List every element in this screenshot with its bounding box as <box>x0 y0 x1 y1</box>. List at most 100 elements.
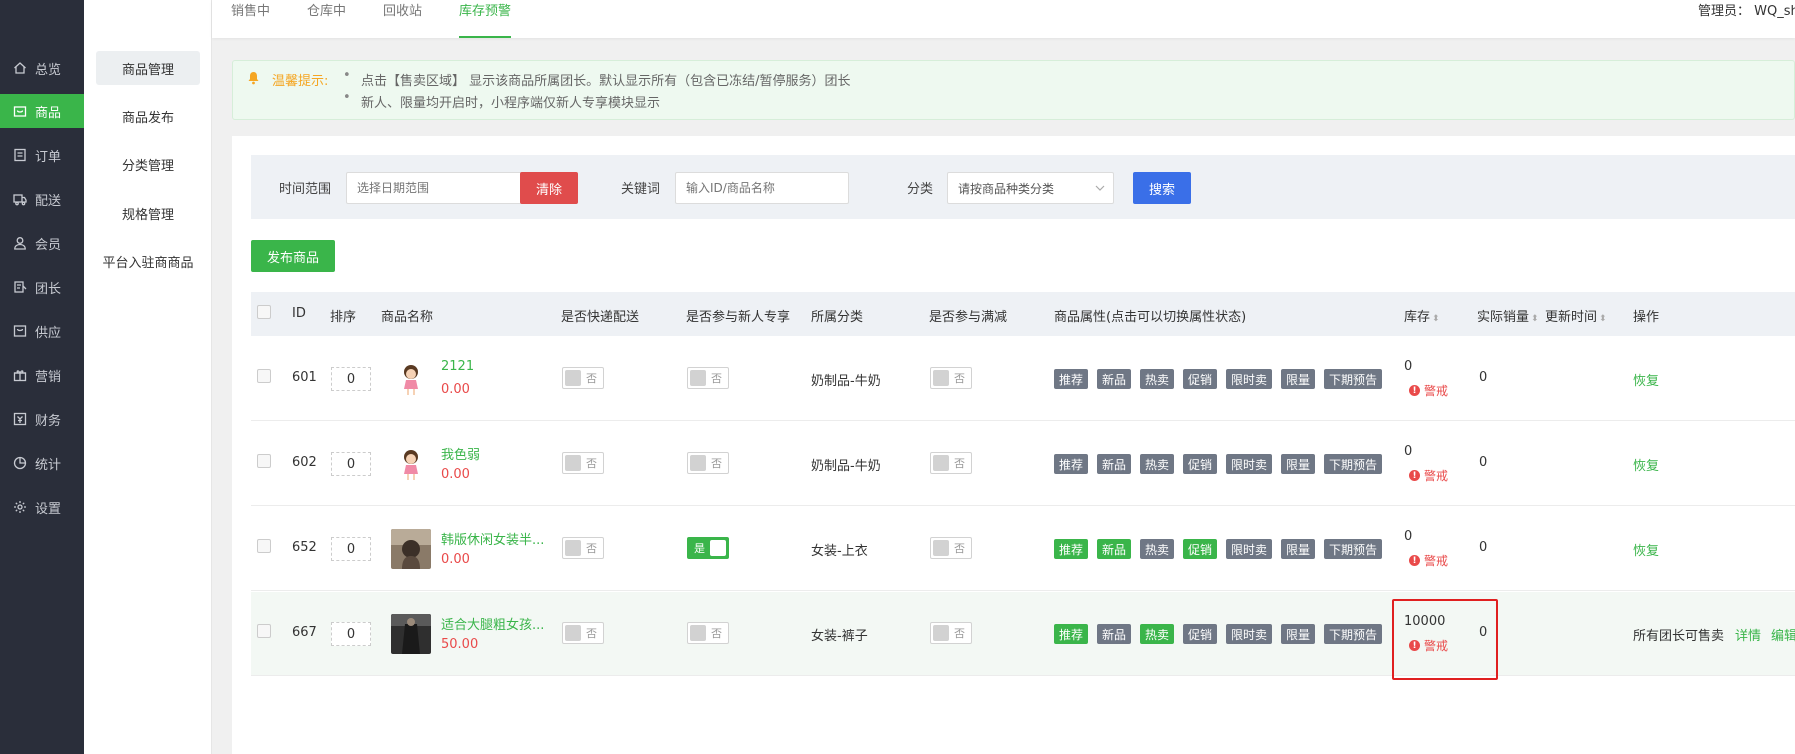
sales-value: 0 <box>1479 540 1488 555</box>
express-toggle[interactable]: 否 <box>562 622 604 644</box>
newcomer-toggle[interactable]: 否 <box>687 452 729 474</box>
fullcut-toggle[interactable]: 否 <box>930 452 972 474</box>
attr-limited-tag[interactable]: 限量 <box>1281 624 1316 644</box>
clear-button[interactable]: 清除 <box>520 172 578 204</box>
attr-recommend-tag[interactable]: 推荐 <box>1054 454 1089 474</box>
attr-flash-sale-tag[interactable]: 限时卖 <box>1226 624 1273 644</box>
attr-flash-sale-tag[interactable]: 限时卖 <box>1226 539 1273 559</box>
col-id: ID <box>292 306 306 321</box>
nav-item-leaders[interactable]: 团长 <box>0 270 84 304</box>
row-checkbox[interactable] <box>257 624 271 638</box>
attr-promo-tag[interactable]: 促销 <box>1183 454 1218 474</box>
table-row: 652 0 韩版休闲女装半... 0.00 否 是 女装-上衣 否 推荐 新品 … <box>251 507 1795 591</box>
attr-limited-tag[interactable]: 限量 <box>1281 454 1316 474</box>
attr-promo-tag[interactable]: 促销 <box>1183 624 1218 644</box>
attr-recommend-tag[interactable]: 推荐 <box>1054 369 1089 389</box>
nav-item-label: 总览 <box>35 62 62 78</box>
nav-item-members[interactable]: 会员 <box>0 226 84 260</box>
attr-next-preview-tag[interactable]: 下期预告 <box>1324 454 1383 474</box>
subnav-item-spec-manage[interactable]: 规格管理 <box>96 196 200 230</box>
restore-link[interactable]: 恢复 <box>1633 540 1659 559</box>
sort-input[interactable]: 0 <box>331 367 371 391</box>
attr-promo-tag[interactable]: 促销 <box>1183 539 1218 559</box>
attr-new-tag[interactable]: 新品 <box>1097 539 1132 559</box>
attr-flash-sale-tag[interactable]: 限时卖 <box>1226 454 1273 474</box>
nav-item-marketing[interactable]: 营销 <box>0 358 84 392</box>
fullcut-toggle[interactable]: 否 <box>930 622 972 644</box>
attr-new-tag[interactable]: 新品 <box>1097 624 1132 644</box>
fullcut-toggle[interactable]: 否 <box>930 367 972 389</box>
nav-item-supply[interactable]: 供应 <box>0 314 84 348</box>
fullcut-toggle[interactable]: 否 <box>930 537 972 559</box>
details-link[interactable]: 详情 <box>1735 625 1761 644</box>
category-select[interactable]: 请按商品种类分类 <box>947 172 1114 204</box>
attr-recommend-tag[interactable]: 推荐 <box>1054 539 1089 559</box>
product-price: 0.00 <box>441 382 470 397</box>
newcomer-toggle[interactable]: 是 <box>687 537 729 559</box>
nav-item-stats[interactable]: 统计 <box>0 446 84 480</box>
attr-new-tag[interactable]: 新品 <box>1097 369 1132 389</box>
keyword-input[interactable] <box>675 172 849 204</box>
product-name-link[interactable]: 2121 <box>441 359 474 374</box>
nav-item-overview[interactable]: 总览 <box>0 51 84 85</box>
tab-stock-warning[interactable]: 库存预警 <box>459 0 512 38</box>
attr-recommend-tag[interactable]: 推荐 <box>1054 624 1089 644</box>
warning-label: 警戒 <box>1424 384 1449 398</box>
subnav-item-goods-manage[interactable]: 商品管理 <box>96 51 200 85</box>
sort-input[interactable]: 0 <box>331 537 371 561</box>
sort-input[interactable]: 0 <box>331 622 371 646</box>
nav-item-settings[interactable]: 设置 <box>0 490 84 524</box>
tab-warehouse[interactable]: 仓库中 <box>307 0 346 38</box>
newcomer-toggle[interactable]: 否 <box>687 367 729 389</box>
nav-item-finance[interactable]: 财务 <box>0 402 84 436</box>
express-toggle[interactable]: 否 <box>562 452 604 474</box>
newcomer-toggle[interactable]: 否 <box>687 622 729 644</box>
home-icon <box>13 61 27 75</box>
attr-hot-tag[interactable]: 热卖 <box>1140 624 1175 644</box>
nav-item-delivery[interactable]: 配送 <box>0 182 84 216</box>
attr-hot-tag[interactable]: 热卖 <box>1140 454 1175 474</box>
attr-flash-sale-tag[interactable]: 限时卖 <box>1226 369 1273 389</box>
row-checkbox[interactable] <box>257 539 271 553</box>
product-name-link[interactable]: 韩版休闲女装半... <box>441 529 544 548</box>
publish-goods-button[interactable]: 发布商品 <box>251 240 335 272</box>
product-name-link[interactable]: 适合大腿粗女孩... <box>441 614 544 633</box>
attr-next-preview-tag[interactable]: 下期预告 <box>1324 624 1383 644</box>
subnav-item-category-manage[interactable]: 分类管理 <box>96 147 200 181</box>
attr-next-preview-tag[interactable]: 下期预告 <box>1324 369 1383 389</box>
col-sales[interactable]: 实际销量 ⬍ <box>1477 306 1539 325</box>
tab-recycle-bin[interactable]: 回收站 <box>383 0 422 38</box>
row-id: 652 <box>292 540 317 555</box>
subnav-item-merchant-goods[interactable]: 平台入驻商商品 <box>96 244 200 278</box>
attr-hot-tag[interactable]: 热卖 <box>1140 369 1175 389</box>
row-checkbox[interactable] <box>257 454 271 468</box>
col-updated[interactable]: 更新时间 ⬍ <box>1545 306 1607 325</box>
attr-next-preview-tag[interactable]: 下期预告 <box>1324 539 1383 559</box>
express-toggle[interactable]: 否 <box>562 367 604 389</box>
stock-value: 10000 <box>1404 614 1446 629</box>
product-name-link[interactable]: 我色弱 <box>441 444 480 463</box>
row-checkbox[interactable] <box>257 369 271 383</box>
express-toggle[interactable]: 否 <box>562 537 604 559</box>
attr-limited-tag[interactable]: 限量 <box>1281 539 1316 559</box>
col-fullcut: 是否参与满减 <box>929 310 1008 325</box>
attr-promo-tag[interactable]: 促销 <box>1183 369 1218 389</box>
restore-link[interactable]: 恢复 <box>1633 455 1659 474</box>
subnav-item-goods-publish[interactable]: 商品发布 <box>96 99 200 133</box>
attr-limited-tag[interactable]: 限量 <box>1281 369 1316 389</box>
nav-item-label: 配送 <box>35 193 62 209</box>
tab-on-sale[interactable]: 销售中 <box>231 0 270 38</box>
date-range-input[interactable] <box>346 172 524 204</box>
edit-link[interactable]: 编辑 <box>1771 625 1795 644</box>
product-thumbnail <box>391 444 431 484</box>
nav-item-orders[interactable]: 订单 <box>0 138 84 172</box>
attr-new-tag[interactable]: 新品 <box>1097 454 1132 474</box>
search-button[interactable]: 搜索 <box>1133 172 1191 204</box>
nav-item-goods[interactable]: 商品 <box>0 94 84 128</box>
restore-link[interactable]: 恢复 <box>1633 370 1659 389</box>
top-tab-bar: 销售中 仓库中 回收站 库存预警 <box>212 0 1795 38</box>
attr-hot-tag[interactable]: 热卖 <box>1140 539 1175 559</box>
sort-input[interactable]: 0 <box>331 452 371 476</box>
col-stock[interactable]: 库存 ⬍ <box>1404 306 1440 325</box>
select-all-checkbox[interactable] <box>257 305 271 319</box>
